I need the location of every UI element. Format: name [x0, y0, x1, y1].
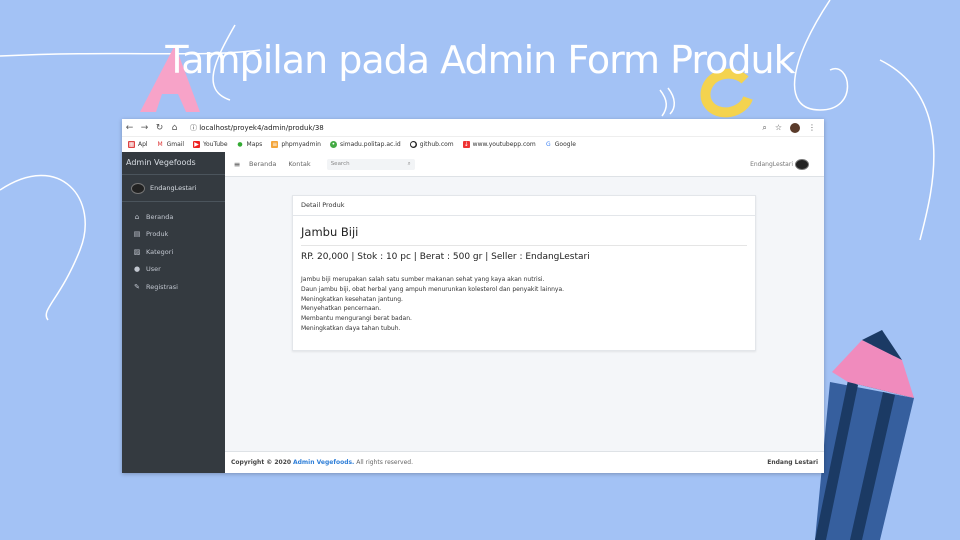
phpmyadmin-icon: ≡ — [271, 141, 279, 148]
sidebar-item-registrasi[interactable]: ✎ Registrasi — [122, 278, 225, 296]
bookmark-simadu[interactable]: • simadu.politap.ac.id — [329, 141, 401, 148]
search-input[interactable]: Search ⌕ — [326, 158, 415, 170]
sidebar-item-beranda[interactable]: ⌂ Beranda — [122, 208, 225, 226]
nav-link-kontak[interactable]: Kontak — [288, 160, 310, 168]
footer: Copyright © 2020 Admin Vegefoods. All ri… — [225, 451, 824, 473]
bookmark-apps[interactable]: ▦ Apl — [128, 141, 148, 148]
home-browser-icon[interactable]: ⌂ — [167, 123, 182, 133]
footer-copyright: Copyright © 2020 Admin Vegefoods. All ri… — [231, 459, 414, 466]
navbar-user[interactable]: EndangLestari — [750, 158, 809, 170]
description-line: Daun jambu biji, obat herbal yang ampuh … — [301, 285, 565, 293]
sidebar-user-panel[interactable]: EndangLestari — [122, 175, 225, 202]
sidebar-user-name: EndangLestari — [150, 184, 197, 192]
zoom-icon[interactable]: ⌕ — [762, 123, 766, 133]
browser-window: ← → ↻ ⌂ ⓘ localhost/proyek4/admin/produk… — [122, 119, 824, 473]
simadu-icon: • — [329, 141, 337, 148]
main-content: ≡ Beranda Kontak Search ⌕ EndangLestari … — [225, 152, 824, 473]
home-icon: ⌂ — [134, 212, 140, 221]
user-icon: ● — [133, 265, 141, 274]
description-line: Meningkatkan daya tahan tubuh. — [301, 324, 401, 332]
bookmark-youtube[interactable]: ▶ YouTube — [193, 141, 228, 148]
description-line: Membantu mengurangi berat badan. — [301, 315, 412, 323]
divider — [301, 245, 747, 246]
forward-icon[interactable]: → — [137, 123, 152, 133]
navbar-avatar — [795, 158, 809, 170]
bookmark-github[interactable]: ● github.com — [409, 141, 454, 148]
card-header: Detail Produk — [293, 196, 755, 216]
calendar-icon: ▤ — [133, 230, 141, 239]
admin-app: Admin Vegefoods EndangLestari ⌂ Beranda ▤… — [122, 152, 824, 473]
sidebar-item-kategori[interactable]: ▨ Kategori — [122, 243, 225, 261]
footer-author: Endang Lestari — [767, 459, 818, 466]
github-icon: ● — [409, 141, 417, 148]
top-navbar: ≡ Beranda Kontak Search ⌕ EndangLestari — [225, 152, 824, 177]
reload-icon[interactable]: ↻ — [152, 123, 167, 133]
maps-icon: ● — [236, 141, 244, 148]
sidebar: Admin Vegefoods EndangLestari ⌂ Beranda ▤… — [122, 152, 225, 473]
image-icon: ▨ — [133, 247, 141, 256]
menu-dots-icon[interactable]: ⋮ — [808, 123, 816, 132]
bookmark-youtubepp[interactable]: ↓ www.youtubepp.com — [462, 141, 536, 148]
footer-brand-link[interactable]: Admin Vegefoods. — [293, 459, 354, 466]
address-input[interactable]: ⓘ localhost/proyek4/admin/produk/38 — [190, 123, 324, 133]
search-placeholder: Search — [330, 161, 350, 167]
product-detail-card: Detail Produk Jambu Biji RP. 20,000 | St… — [292, 195, 756, 351]
search-icon[interactable]: ⌕ — [408, 161, 411, 168]
sidebar-brand[interactable]: Admin Vegefoods — [122, 152, 225, 175]
product-meta: RP. 20,000 | Stok : 10 pc | Berat : 500 … — [301, 252, 590, 262]
product-description: Jambu biji merupakan salah satu sumber m… — [301, 275, 755, 334]
nav-link-beranda[interactable]: Beranda — [249, 160, 276, 168]
back-icon[interactable]: ← — [122, 123, 137, 133]
apps-grid-icon: ▦ — [128, 141, 135, 148]
description-line: Jambu biji merupakan salah satu sumber m… — [301, 276, 545, 283]
bookmarks-bar: ▦ Apl M Gmail ▶ YouTube ● Maps ≡ phpmyadmin •… — [122, 137, 824, 153]
address-bar-row: ← → ↻ ⌂ ⓘ localhost/proyek4/admin/produk… — [122, 119, 824, 137]
pencil-decoration — [815, 330, 914, 540]
google-icon: G — [544, 141, 552, 148]
navbar-user-name: EndangLestari — [750, 160, 793, 168]
gmail-icon: M — [156, 141, 164, 148]
user-avatar — [131, 182, 145, 194]
youtubepp-icon: ↓ — [462, 141, 470, 148]
youtube-icon: ▶ — [193, 141, 201, 148]
star-icon[interactable]: ☆ — [775, 123, 782, 132]
bookmark-gmail[interactable]: M Gmail — [156, 141, 184, 148]
description-line: Menyehatkan pencernaan. — [301, 305, 382, 313]
sidebar-item-produk[interactable]: ▤ Produk — [122, 226, 225, 244]
slide-title: Tampilan pada Admin Form Produk — [165, 38, 795, 82]
bookmark-phpmyadmin[interactable]: ≡ phpmyadmin — [271, 141, 321, 148]
sidebar-item-user[interactable]: ● User — [122, 261, 225, 279]
edit-icon: ✎ — [134, 282, 140, 291]
hamburger-icon[interactable]: ≡ — [225, 160, 249, 169]
bookmark-maps[interactable]: ● Maps — [236, 141, 262, 148]
sidebar-menu: ⌂ Beranda ▤ Produk ▨ Kategori ● User ✎ Regist… — [122, 202, 225, 296]
bookmark-google[interactable]: G Google — [544, 141, 576, 148]
profile-avatar[interactable] — [790, 122, 800, 133]
description-line: Meningkatkan kesehatan jantung. — [301, 295, 403, 303]
product-name: Jambu Biji — [301, 225, 359, 239]
